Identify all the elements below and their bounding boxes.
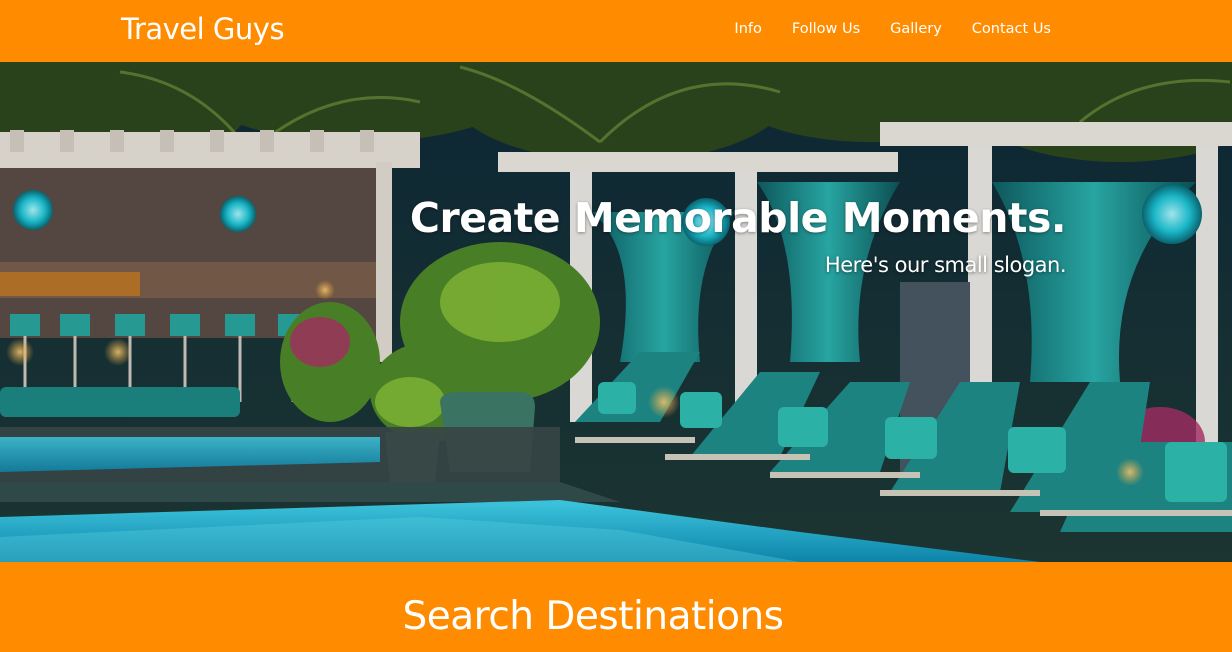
nav-link-follow-us[interactable]: Follow Us xyxy=(792,21,860,37)
hero-background-image xyxy=(0,62,1232,562)
main-nav: Info Follow Us Gallery Contact Us xyxy=(704,21,1051,37)
search-heading: Search Destinations xyxy=(402,594,785,639)
nav-link-contact-us[interactable]: Contact Us xyxy=(972,21,1051,37)
hero-banner: Create Memorable Moments. Here's our sma… xyxy=(0,62,1232,562)
search-destinations-section: Search Destinations xyxy=(0,562,1232,652)
brand-logo-link[interactable]: Travel Guys xyxy=(121,12,285,46)
hero-title: Create Memorable Moments. xyxy=(409,194,1067,243)
top-navbar: Travel Guys Info Follow Us Gallery Conta… xyxy=(0,0,1232,62)
hero-slogan: Here's our small slogan. xyxy=(824,253,1067,277)
nav-link-gallery[interactable]: Gallery xyxy=(890,21,942,37)
nav-link-info[interactable]: Info xyxy=(734,21,761,37)
